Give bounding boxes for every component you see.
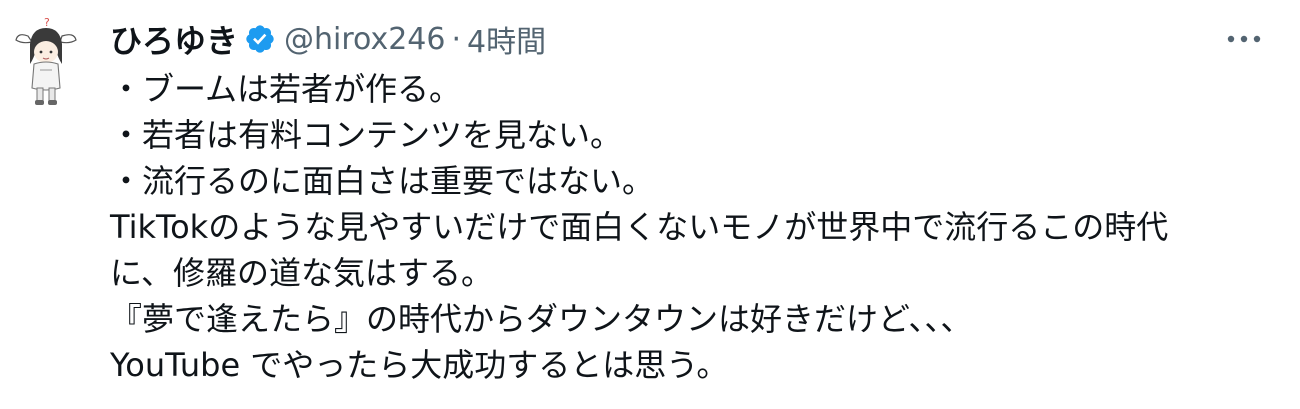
author-display-name[interactable]: ひろゆき xyxy=(110,16,238,62)
tweet-timestamp[interactable]: 4時間 xyxy=(467,17,546,61)
tweet-content: ひろゆき @hirox246 · 4時間 ・ブームは若者が作る。 ・若者は有料コ… xyxy=(110,14,1240,388)
verified-badge-icon xyxy=(244,23,276,55)
tweet-text-line: ・流行るのに面白さは重要ではない。 xyxy=(110,162,655,200)
tweet-card[interactable]: ? ひろゆき @hirox246 · 4時間 ・ブームは若者が作る。 ・若者は有… xyxy=(0,0,1300,409)
tweet-text-line: ・ブームは若者が作る。 xyxy=(110,70,462,108)
more-options-button[interactable] xyxy=(1214,18,1274,58)
avatar[interactable]: ? xyxy=(14,14,78,110)
author-handle[interactable]: @hirox246 xyxy=(284,22,445,57)
tweet-text-line: ・若者は有料コンテンツを見ない。 xyxy=(110,116,623,154)
tweet-text: ・ブームは若者が作る。 ・若者は有料コンテンツを見ない。 ・流行るのに面白さは重… xyxy=(110,66,1240,388)
tweet-text-line: に、修羅の道な気はする。 xyxy=(110,254,494,292)
tweet-text-line: YouTube でやったら大成功するとは思う。 xyxy=(110,346,729,384)
svg-text:?: ? xyxy=(44,16,50,29)
header-separator: · xyxy=(451,21,462,57)
tweet-text-line: 『夢で逢えたら』の時代からダウンタウンは好きだけど、、、 xyxy=(110,300,973,338)
tweet-text-line: TikTokのような見やすいだけで面白くないモノが世界中で流行るこの時代 xyxy=(110,208,1169,246)
more-horizontal-icon xyxy=(1226,29,1262,48)
tweet-header: ひろゆき @hirox246 · 4時間 xyxy=(110,14,1240,64)
